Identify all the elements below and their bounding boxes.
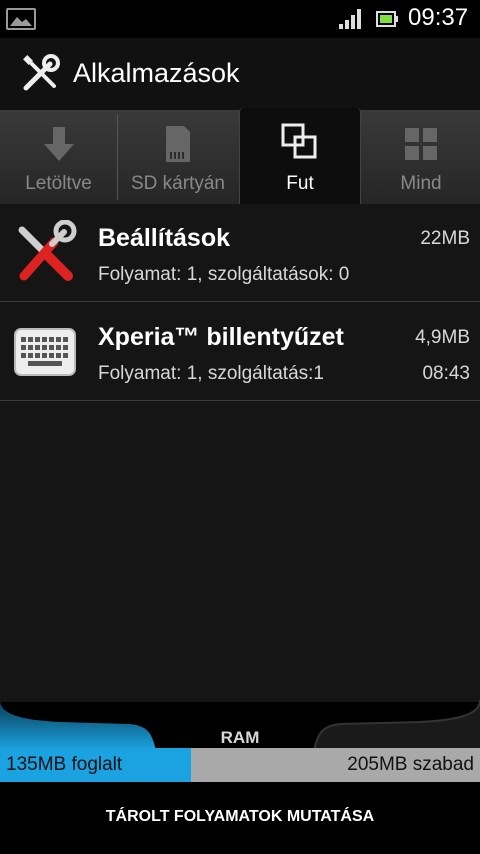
- grid-icon: [405, 128, 437, 160]
- ram-bar: 135MB foglalt 205MB szabad: [0, 748, 480, 782]
- sd-card-icon: [166, 126, 190, 162]
- page-title: Alkalmazások: [73, 58, 240, 88]
- tab-label: Letöltve: [25, 173, 92, 194]
- process-time: 08:43: [422, 363, 470, 384]
- signal-icon: [339, 9, 361, 29]
- tab-sd-card[interactable]: SD kártyán: [118, 110, 238, 204]
- tab-all[interactable]: Mind: [362, 110, 480, 204]
- process-name: Beállítások: [98, 224, 231, 252]
- ram-free-text: 205MB szabad: [347, 754, 474, 775]
- tab-label: Fut: [286, 173, 314, 194]
- ram-usage-panel: RAM 135MB foglalt 205MB szabad: [0, 700, 480, 782]
- tab-bar: Letöltve SD kártyán Fut Mind: [0, 108, 480, 204]
- tab-label: Mind: [400, 173, 442, 194]
- memory-size: 22MB: [420, 228, 470, 249]
- clock: 09:37: [408, 4, 469, 31]
- running-process-list: Beállítások Folyamat: 1, szolgáltatások:…: [0, 204, 480, 702]
- running-windows-icon: [281, 123, 317, 159]
- tab-downloaded[interactable]: Letöltve: [0, 110, 117, 204]
- memory-size: 4,9MB: [415, 327, 470, 348]
- show-cached-processes-button[interactable]: TÁROLT FOLYAMATOK MUTATÁSA: [0, 782, 480, 854]
- process-detail: Folyamat: 1, szolgáltatás:1: [98, 363, 324, 384]
- process-name: Xperia™ billentyűzet: [98, 323, 344, 351]
- settings-tools-icon: [18, 220, 77, 281]
- keyboard-icon: [14, 328, 76, 376]
- battery-icon: [376, 11, 398, 27]
- tools-icon: [23, 54, 60, 91]
- picture-notification-icon: [6, 8, 36, 30]
- status-bar: 09:37: [0, 0, 480, 38]
- tab-running[interactable]: Fut: [239, 108, 361, 204]
- ram-label: RAM: [220, 728, 260, 747]
- process-detail: Folyamat: 1, szolgáltatások: 0: [98, 264, 350, 285]
- button-label: TÁROLT FOLYAMATOK MUTATÁSA: [105, 808, 375, 825]
- title-bar: Alkalmazások: [0, 38, 480, 110]
- list-item-xperia-keyboard[interactable]: Xperia™ billentyűzet Folyamat: 1, szolgá…: [0, 303, 480, 401]
- download-arrow-icon: [43, 127, 74, 161]
- list-item-settings[interactable]: Beállítások Folyamat: 1, szolgáltatások:…: [0, 204, 480, 302]
- ram-used-text: 135MB foglalt: [6, 754, 123, 775]
- tab-label: SD kártyán: [131, 173, 225, 194]
